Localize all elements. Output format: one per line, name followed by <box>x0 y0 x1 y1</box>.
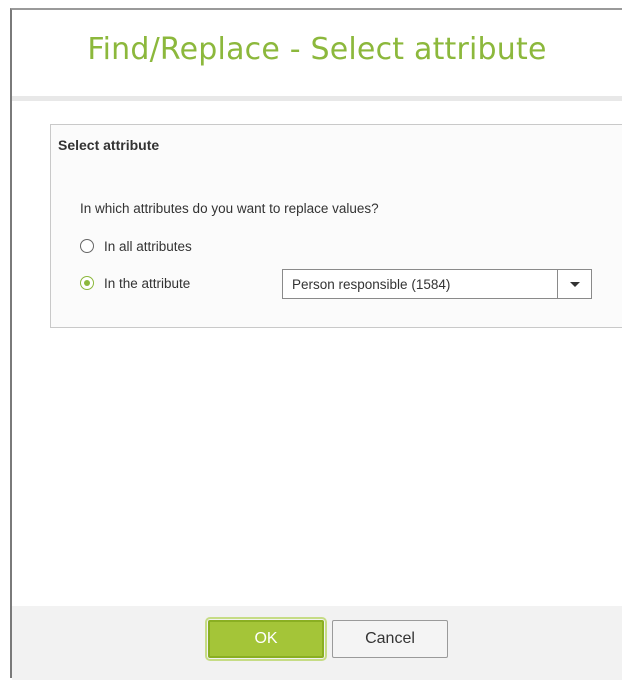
attribute-select[interactable]: Person responsible (1584) <box>282 269 592 299</box>
chevron-down-icon <box>569 281 580 287</box>
group-title: Select attribute <box>58 137 160 153</box>
radio-in-the-attribute-label[interactable]: In the attribute <box>104 276 190 291</box>
radio-all-attributes[interactable] <box>80 239 94 253</box>
radio-all-attributes-label[interactable]: In all attributes <box>104 239 192 254</box>
ok-button[interactable]: OK <box>205 617 327 661</box>
radio-in-the-attribute[interactable] <box>80 276 94 290</box>
cancel-button[interactable]: Cancel <box>332 620 448 658</box>
attribute-select-dropdown-button[interactable] <box>557 270 591 298</box>
find-replace-dialog: Find/Replace - Select attribute Select a… <box>10 8 622 680</box>
question-text: In which attributes do you want to repla… <box>80 201 379 216</box>
option-in-the-attribute[interactable]: In the attribute <box>80 273 190 293</box>
select-attribute-group: Select attribute In which attributes do … <box>50 124 622 328</box>
dialog-title: Find/Replace - Select attribute <box>87 32 547 67</box>
dialog-header: Find/Replace - Select attribute <box>12 10 622 101</box>
option-all-attributes[interactable]: In all attributes <box>80 236 192 256</box>
attribute-select-value[interactable]: Person responsible (1584) <box>292 277 450 292</box>
dialog-footer: OK Cancel <box>12 606 622 680</box>
